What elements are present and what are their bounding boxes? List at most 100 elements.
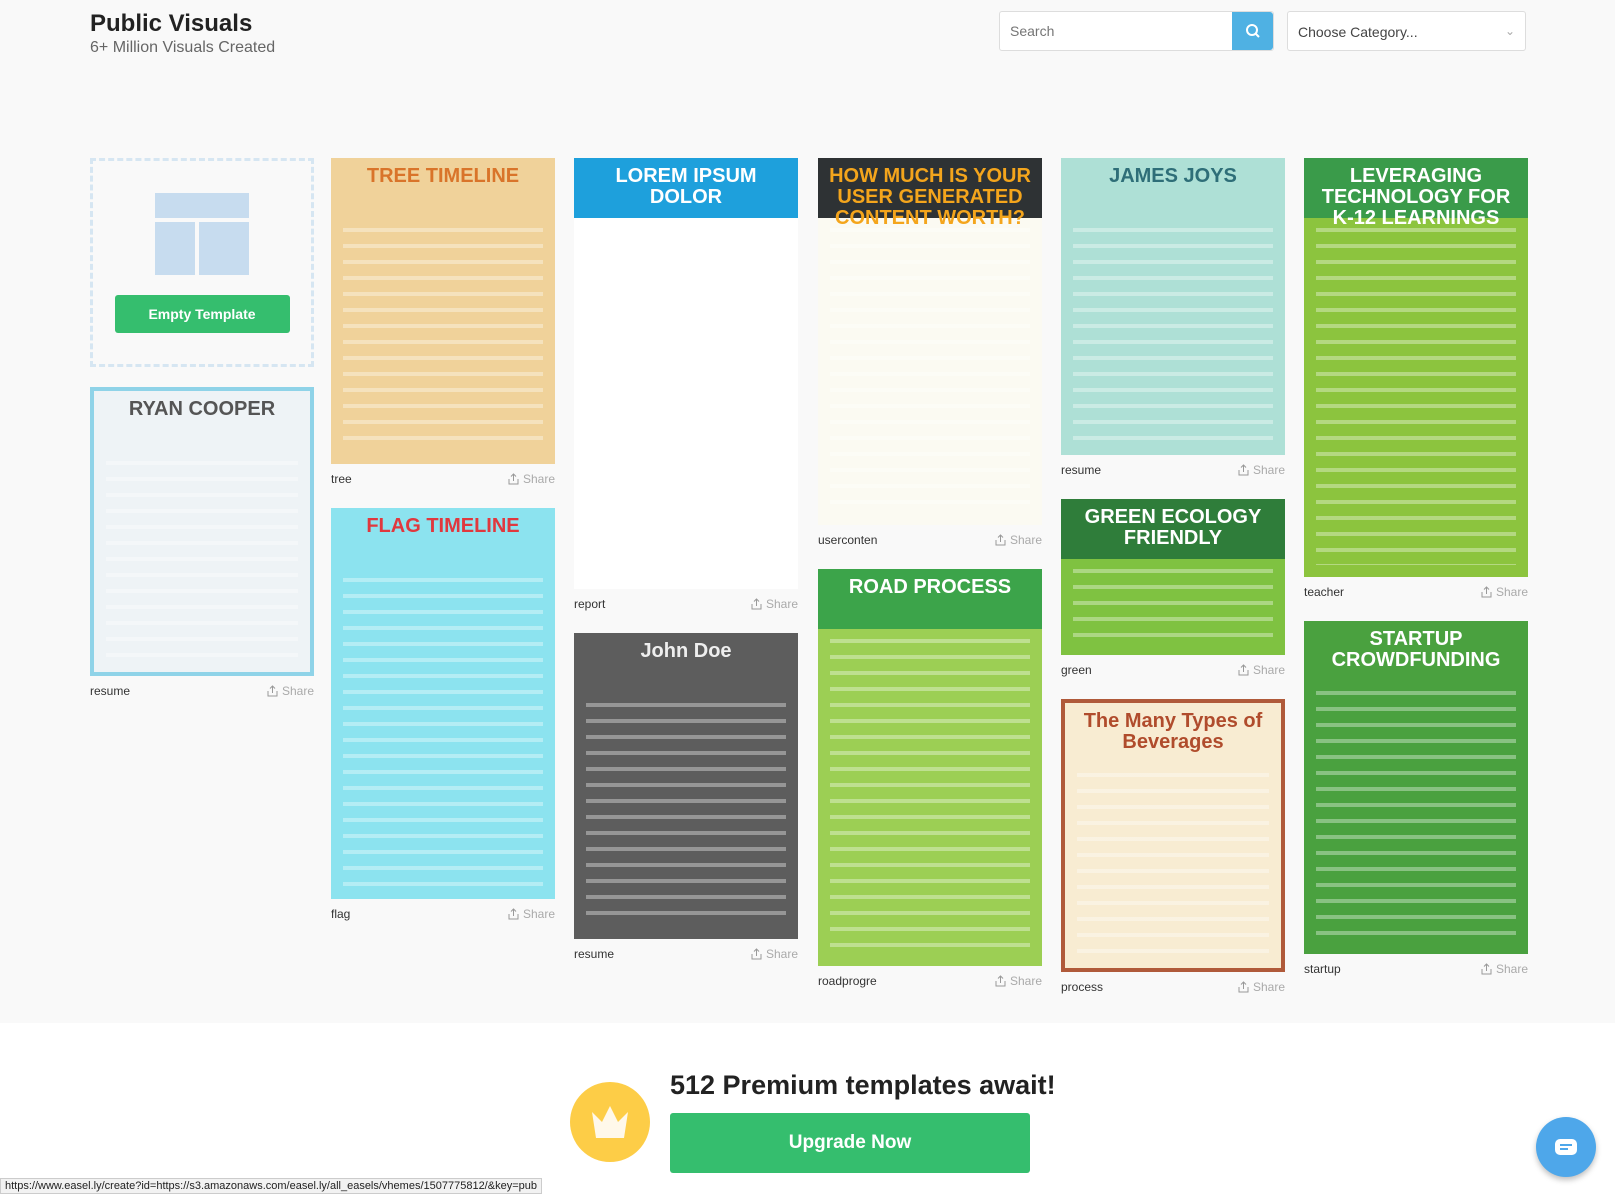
gallery-column: JAMES JOYS resume Share GREEN ECOLOGY FRIE…: [1061, 158, 1285, 1016]
share-label: Share: [522, 472, 555, 486]
visual-name[interactable]: resume: [574, 947, 614, 961]
share-button[interactable]: Share: [1481, 962, 1528, 976]
thumbnail-title: LEVERAGING TECHNOLOGY FOR K-12 LEARNINGS: [1321, 165, 1511, 229]
share-icon: [508, 908, 519, 920]
visual-name[interactable]: roadprogre: [818, 974, 877, 988]
share-icon: [1238, 464, 1249, 476]
visual-thumbnail[interactable]: HOW MUCH IS YOUR USER GENERATED CONTENT …: [818, 158, 1042, 525]
share-label: Share: [1495, 962, 1528, 976]
share-label: Share: [1009, 974, 1042, 988]
share-button[interactable]: Share: [267, 684, 314, 698]
share-button[interactable]: Share: [751, 947, 798, 961]
visual-thumbnail[interactable]: GREEN ECOLOGY FRIENDLY: [1061, 499, 1285, 655]
chat-icon: [1555, 1139, 1577, 1155]
share-button[interactable]: Share: [508, 907, 555, 921]
visual-card: LEVERAGING TECHNOLOGY FOR K-12 LEARNINGS…: [1304, 158, 1528, 607]
share-icon: [1481, 963, 1492, 975]
gallery-column: Empty Template RYAN COOPER resume Share: [90, 158, 314, 720]
share-icon: [751, 598, 762, 610]
chevron-down-icon: ⌄: [1504, 24, 1515, 38]
visual-thumbnail[interactable]: ROAD PROCESS: [818, 569, 1042, 966]
infographic-preview: [830, 228, 1030, 513]
empty-template-button[interactable]: Empty Template: [114, 294, 290, 333]
empty-template-card[interactable]: Empty Template: [90, 158, 314, 367]
visual-card: HOW MUCH IS YOUR USER GENERATED CONTENT …: [818, 158, 1042, 555]
template-placeholder-icon: [155, 192, 249, 275]
share-button[interactable]: Share: [751, 597, 798, 611]
visual-name[interactable]: startup: [1304, 962, 1341, 976]
share-label: Share: [765, 947, 798, 961]
visual-card: GREEN ECOLOGY FRIENDLY green Share: [1061, 499, 1285, 685]
share-icon: [1481, 586, 1492, 598]
visual-card: FLAG TIMELINE flag Share: [331, 508, 555, 929]
thumbnail-title: HOW MUCH IS YOUR USER GENERATED CONTENT …: [829, 165, 1031, 229]
thumbnail-title: GREEN ECOLOGY FRIENDLY: [1084, 506, 1262, 549]
thumbnail-title: FLAG TIMELINE: [366, 515, 520, 537]
share-button[interactable]: Share: [508, 472, 555, 486]
visual-name[interactable]: userconten: [818, 533, 877, 547]
gallery-column: HOW MUCH IS YOUR USER GENERATED CONTENT …: [818, 158, 1042, 1010]
share-label: Share: [281, 684, 314, 698]
thumbnail-title: ROAD PROCESS: [848, 576, 1012, 598]
thumbnail-title: RYAN COOPER: [128, 398, 276, 420]
share-button[interactable]: Share: [1238, 663, 1285, 677]
share-button[interactable]: Share: [995, 533, 1042, 547]
visual-card: JAMES JOYS resume Share: [1061, 158, 1285, 485]
share-icon: [995, 534, 1006, 546]
category-select[interactable]: Choose Category... ⌄: [1287, 11, 1526, 51]
visual-thumbnail[interactable]: RYAN COOPER: [90, 387, 314, 676]
premium-promo-text: 512 Premium templates await!: [670, 1070, 1056, 1100]
visual-name[interactable]: teacher: [1304, 585, 1344, 599]
visual-thumbnail[interactable]: FLAG TIMELINE: [331, 508, 555, 899]
search-icon: [1245, 24, 1260, 38]
share-button[interactable]: Share: [1238, 980, 1285, 994]
share-label: Share: [1252, 980, 1285, 994]
thumbnail-title: TREE TIMELINE: [366, 165, 520, 187]
search-box: [999, 11, 1274, 51]
visual-name[interactable]: tree: [331, 472, 352, 486]
infographic-preview: [1073, 228, 1273, 443]
infographic-preview: [343, 228, 543, 452]
visual-name[interactable]: resume: [1061, 463, 1101, 477]
infographic-preview: [586, 228, 786, 577]
visual-card: LOREM IPSUM DOLOR report Share: [574, 158, 798, 619]
search-button[interactable]: [1232, 12, 1273, 50]
share-button[interactable]: Share: [995, 974, 1042, 988]
visual-thumbnail[interactable]: JAMES JOYS: [1061, 158, 1285, 455]
visual-name[interactable]: resume: [90, 684, 130, 698]
visual-thumbnail[interactable]: LOREM IPSUM DOLOR: [574, 158, 798, 589]
search-input[interactable]: [1000, 12, 1232, 50]
visual-name[interactable]: green: [1061, 663, 1092, 677]
share-button[interactable]: Share: [1481, 585, 1528, 599]
share-icon: [751, 948, 762, 960]
visual-thumbnail[interactable]: The Many Types of Beverages: [1061, 699, 1285, 972]
visual-thumbnail[interactable]: STARTUP CROWDFUNDING: [1304, 621, 1528, 954]
chat-button[interactable]: [1536, 1117, 1596, 1177]
visual-name[interactable]: report: [574, 597, 605, 611]
category-placeholder: Choose Category...: [1298, 24, 1418, 40]
visual-card: ROAD PROCESS roadprogre Share: [818, 569, 1042, 996]
visual-card: TREE TIMELINE tree Share: [331, 158, 555, 494]
visual-thumbnail[interactable]: John Doe: [574, 633, 798, 939]
visual-name[interactable]: flag: [331, 907, 350, 921]
visual-thumbnail[interactable]: LEVERAGING TECHNOLOGY FOR K-12 LEARNINGS: [1304, 158, 1528, 577]
share-icon: [1238, 664, 1249, 676]
share-label: Share: [522, 907, 555, 921]
visual-card: The Many Types of Beverages process Share: [1061, 699, 1285, 1002]
page-subtitle: 6+ Million Visuals Created: [90, 39, 276, 56]
visual-card: RYAN COOPER resume Share: [90, 387, 314, 706]
thumbnail-title: STARTUP CROWDFUNDING: [1331, 628, 1501, 671]
share-button[interactable]: Share: [1238, 463, 1285, 477]
visual-name[interactable]: process: [1061, 980, 1103, 994]
visual-thumbnail[interactable]: TREE TIMELINE: [331, 158, 555, 464]
share-label: Share: [765, 597, 798, 611]
infographic-preview: [343, 578, 543, 887]
gallery-column: TREE TIMELINE tree Share FLAG TIMELINE fla…: [331, 158, 555, 943]
thumbnail-title: The Many Types of Beverages: [1083, 710, 1263, 753]
infographic-preview: [1077, 773, 1269, 956]
page-title: Public Visuals: [90, 10, 253, 37]
upgrade-now-button[interactable]: Upgrade Now: [670, 1113, 1030, 1173]
share-label: Share: [1495, 585, 1528, 599]
share-label: Share: [1252, 663, 1285, 677]
infographic-preview: [1316, 691, 1516, 942]
